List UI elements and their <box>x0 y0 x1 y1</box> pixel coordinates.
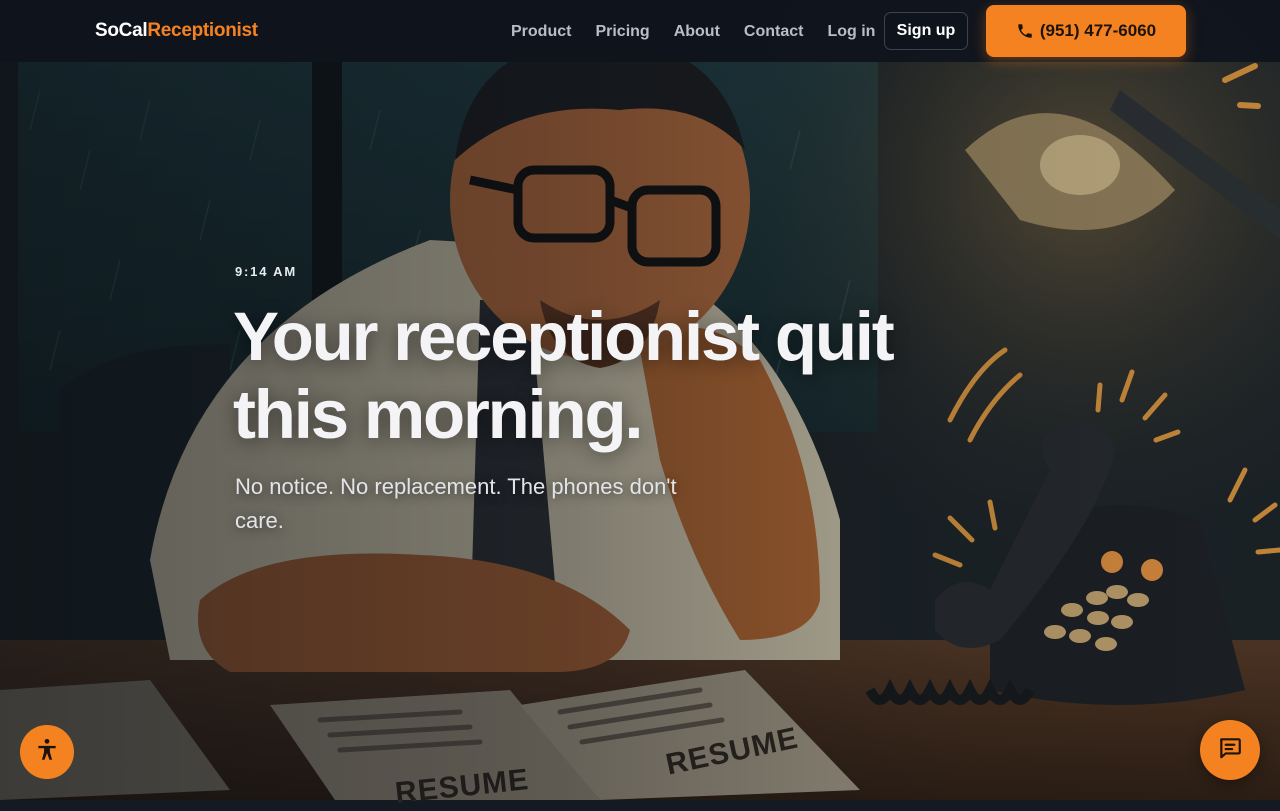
hero-headline-line1: Your receptionist quit <box>233 298 895 375</box>
nav-link-login[interactable]: Log in <box>827 22 875 42</box>
hero-time-eyebrow: 9:14 AM <box>235 264 297 279</box>
nav-link-contact[interactable]: Contact <box>744 22 804 42</box>
nav-link-pricing[interactable]: Pricing <box>595 22 649 42</box>
logo-text-socal: SoCal <box>95 20 148 41</box>
call-phone-button[interactable]: (951) 477-6060 <box>986 5 1186 57</box>
hero-headline-line2: this morning. <box>233 376 644 453</box>
nav-link-about[interactable]: About <box>674 22 720 42</box>
signup-button[interactable]: Sign up <box>884 12 968 50</box>
chat-bubble-icon <box>1217 735 1243 766</box>
logo-text-receptionist: Receptionist <box>147 20 258 41</box>
call-phone-number: (951) 477-6060 <box>1039 21 1157 40</box>
nav-link-product[interactable]: Product <box>511 22 571 42</box>
chat-button[interactable] <box>1200 720 1260 780</box>
accessibility-button[interactable] <box>20 725 74 779</box>
signup-button-label: Sign up <box>896 22 956 39</box>
phone-icon <box>1016 22 1034 40</box>
top-nav: SoCalReceptionist Product Pricing About … <box>0 0 1280 62</box>
accessibility-icon <box>34 737 60 768</box>
hero-headline: Your receptionist quit this morning. <box>233 298 993 454</box>
logo[interactable]: SoCalReceptionist <box>95 20 258 42</box>
hero-subheadline: No notice. No replacement. The phones do… <box>235 474 677 533</box>
nav-links: Product Pricing About Contact Log in <box>511 22 899 42</box>
